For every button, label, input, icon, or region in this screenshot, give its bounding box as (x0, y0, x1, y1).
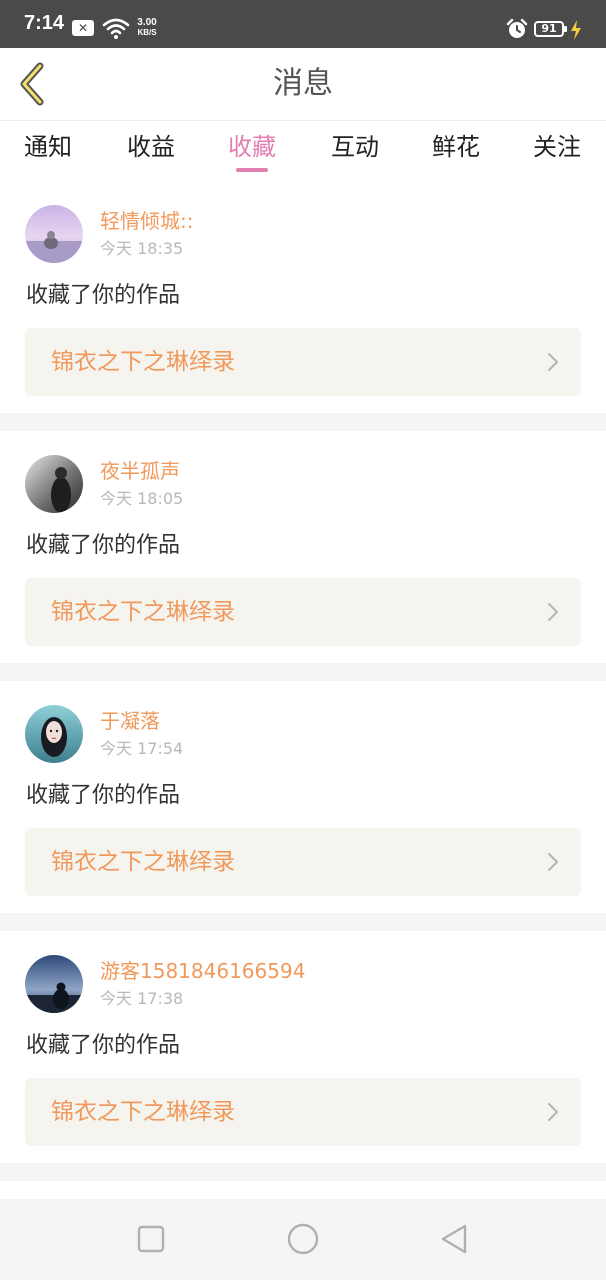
avatar[interactable] (25, 705, 83, 763)
username[interactable]: 夜半孤声 (100, 457, 180, 485)
message-card: 游客1581846166594 今天 17:38 收藏了你的作品 锦衣之下之琳绎… (0, 931, 606, 1163)
action-text: 收藏了你的作品 (26, 1033, 181, 1058)
avatar[interactable] (25, 955, 83, 1013)
chevron-right-icon (548, 853, 558, 871)
notification-x-icon: ✕ (72, 20, 94, 36)
work-link[interactable]: 锦衣之下之琳绎录 (25, 1078, 581, 1146)
work-title: 锦衣之下之琳绎录 (51, 599, 235, 625)
message-card: 轻情倾城:: 今天 18:35 收藏了你的作品 锦衣之下之琳绎录 (0, 181, 606, 413)
network-speed: 3.00 KB/S (132, 17, 162, 38)
work-title: 锦衣之下之琳绎录 (51, 349, 235, 375)
lightning-bolt-icon (571, 20, 581, 40)
avatar[interactable] (25, 205, 83, 263)
timestamp: 今天 17:38 (100, 989, 184, 1008)
active-tab-indicator (236, 168, 268, 172)
timestamp: 今天 18:05 (100, 489, 184, 508)
timestamp: 今天 17:54 (100, 739, 184, 758)
tab-label: 通知 (24, 133, 72, 161)
chevron-right-icon (548, 603, 558, 621)
action-text: 收藏了你的作品 (26, 283, 181, 308)
page-title: 消息 (273, 66, 333, 101)
tab-notification[interactable]: 通知 (18, 121, 78, 181)
chevron-right-icon (548, 353, 558, 371)
message-card: 夜半孤声 今天 18:05 收藏了你的作品 锦衣之下之琳绎录 (0, 431, 606, 663)
card-separator (0, 913, 606, 931)
username[interactable]: 于凝落 (100, 707, 160, 735)
triangle-back-icon[interactable] (437, 1221, 473, 1257)
work-link[interactable]: 锦衣之下之琳绎录 (25, 328, 581, 396)
tab-favorites[interactable]: 收藏 (222, 121, 282, 181)
work-link[interactable]: 锦衣之下之琳绎录 (25, 828, 581, 896)
circle-home-icon[interactable] (285, 1221, 321, 1257)
square-recents-icon[interactable] (133, 1221, 169, 1257)
action-text: 收藏了你的作品 (26, 533, 181, 558)
username[interactable]: 轻情倾城:: (100, 207, 193, 235)
tab-label: 关注 (533, 133, 581, 161)
wifi-icon (102, 18, 130, 39)
avatar[interactable] (25, 455, 83, 513)
tab-label: 互动 (331, 133, 379, 161)
battery-indicator: 91 (534, 21, 567, 37)
work-title: 锦衣之下之琳绎录 (51, 849, 235, 875)
header-bar: 消息 (0, 48, 606, 121)
tab-flowers[interactable]: 鲜花 (426, 121, 486, 181)
action-text: 收藏了你的作品 (26, 783, 181, 808)
card-separator (0, 663, 606, 681)
network-speed-unit: KB/S (137, 28, 157, 37)
tab-bar: 通知 收益 收藏 互动 鲜花 关注 (0, 121, 606, 181)
work-link[interactable]: 锦衣之下之琳绎录 (25, 578, 581, 646)
tab-interaction[interactable]: 互动 (325, 121, 385, 181)
tab-label: 鲜花 (432, 133, 480, 161)
card-separator (0, 1163, 606, 1181)
tab-label: 收益 (127, 133, 175, 161)
message-card: 于凝落 今天 17:54 收藏了你的作品 锦衣之下之琳绎录 (0, 681, 606, 913)
username[interactable]: 游客1581846166594 (100, 957, 305, 985)
tab-follow[interactable]: 关注 (527, 121, 587, 181)
card-separator (0, 413, 606, 431)
chevron-right-icon (548, 1103, 558, 1121)
status-bar: 7:14 ✕ 3.00 KB/S 91 (0, 0, 606, 48)
tab-earnings[interactable]: 收益 (121, 121, 181, 181)
network-speed-value: 3.00 (137, 17, 157, 28)
system-nav-bar (0, 1199, 606, 1280)
status-time: 7:14 (24, 12, 65, 34)
alarm-clock-icon (506, 18, 528, 38)
work-title: 锦衣之下之琳绎录 (51, 1099, 235, 1125)
tab-label: 收藏 (228, 133, 276, 161)
timestamp: 今天 18:35 (100, 239, 184, 258)
